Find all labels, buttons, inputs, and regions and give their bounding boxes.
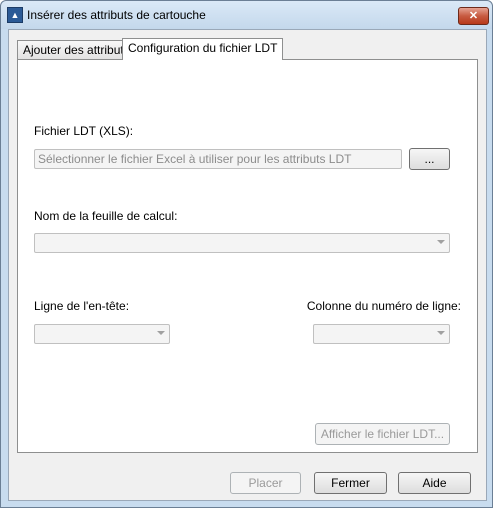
title-bar[interactable]: ▲ Insérer des attributs de cartouche ✕	[1, 1, 492, 29]
tab-panel: Fichier LDT (XLS): Sélectionner le fichi…	[17, 59, 478, 453]
tab-ldt-configuration[interactable]: Configuration du fichier LDT	[122, 38, 284, 60]
place-button[interactable]: Placer	[230, 472, 301, 494]
dialog-body: Ajouter des attributs Configuration du f…	[8, 29, 487, 501]
ldt-file-label: Fichier LDT (XLS):	[34, 124, 134, 138]
ldt-file-input[interactable]: Sélectionner le fichier Excel à utiliser…	[34, 149, 402, 169]
browse-button[interactable]: ...	[409, 148, 450, 170]
header-row-label: Ligne de l'en-tête:	[34, 299, 130, 313]
window-title: Insérer des attributs de cartouche	[27, 8, 206, 22]
chevron-down-icon	[437, 331, 445, 335]
close-button[interactable]: Fermer	[314, 472, 387, 494]
row-number-column-label: Colonne du numéro de ligne:	[306, 299, 461, 313]
show-ldt-file-button[interactable]: Afficher le fichier LDT...	[315, 423, 450, 445]
tab-add-attributes[interactable]: Ajouter des attributs	[17, 40, 136, 59]
ldt-file-placeholder: Sélectionner le fichier Excel à utiliser…	[38, 152, 352, 166]
chevron-down-icon	[157, 331, 165, 335]
autocad-icon: ▲	[7, 7, 23, 23]
row-number-column-select[interactable]	[313, 324, 450, 344]
close-window-button[interactable]: ✕	[458, 7, 489, 25]
chevron-down-icon	[437, 240, 445, 244]
sheet-name-select[interactable]	[34, 233, 450, 253]
header-row-select[interactable]	[34, 324, 170, 344]
dialog-window: ▲ Insérer des attributs de cartouche ✕ A…	[0, 0, 493, 508]
sheet-name-label: Nom de la feuille de calcul:	[34, 209, 178, 223]
help-button[interactable]: Aide	[398, 472, 471, 494]
